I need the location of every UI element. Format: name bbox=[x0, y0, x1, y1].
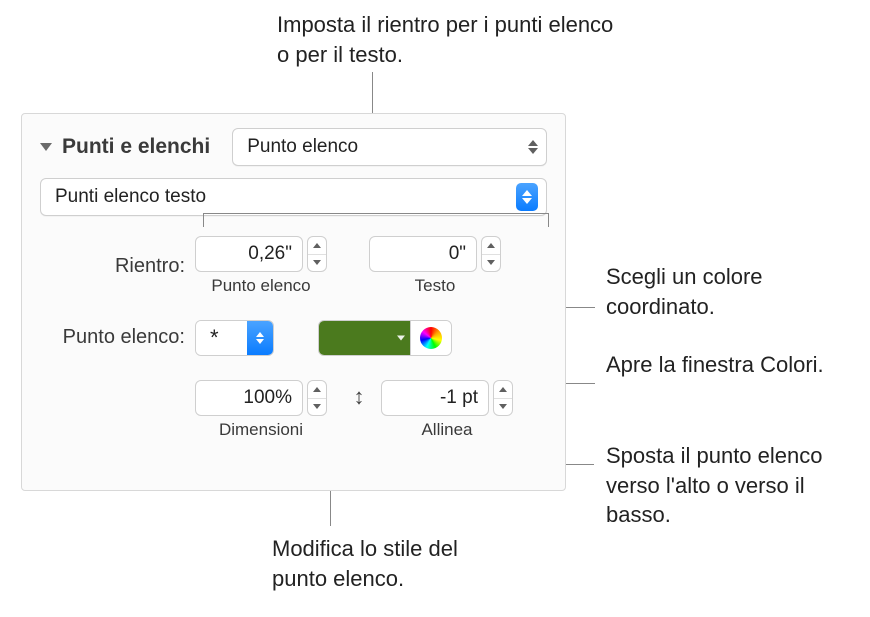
text-indent-input[interactable] bbox=[369, 236, 477, 272]
section-header: Punti e elenchi Punto elenco bbox=[40, 128, 547, 166]
bullet-indent-stepper[interactable] bbox=[307, 236, 327, 272]
bullet-color-control bbox=[318, 320, 452, 356]
size-align-row: Dimensioni ↕ Allinea bbox=[40, 380, 547, 440]
bullet-indent-input[interactable] bbox=[195, 236, 303, 272]
callout-color-wheel: Apre la finestra Colori. bbox=[606, 350, 846, 380]
bullet-label: Punto elenco: bbox=[40, 320, 195, 349]
bullet-indent-group: Punto elenco bbox=[195, 236, 327, 296]
chevron-updown-icon bbox=[516, 183, 538, 211]
stepper-up-icon bbox=[313, 243, 321, 248]
chevron-down-icon bbox=[397, 336, 405, 341]
stepper-down-icon bbox=[487, 260, 495, 265]
indent-row: Rientro: Punto elenco Testo bbox=[40, 236, 547, 296]
callout-color-swatch: Scegli un colore coordinato. bbox=[606, 262, 846, 321]
bullet-character-row: Punto elenco: * bbox=[40, 320, 547, 356]
stepper-down-icon bbox=[313, 404, 321, 409]
list-type-dropdown[interactable]: Punto elenco bbox=[232, 128, 547, 166]
stepper-up-icon bbox=[499, 387, 507, 392]
align-input[interactable] bbox=[381, 380, 489, 416]
text-indent-stepper[interactable] bbox=[481, 236, 501, 272]
disclosure-triangle-icon[interactable] bbox=[40, 143, 52, 151]
list-type-value: Punto elenco bbox=[247, 136, 358, 158]
align-stepper[interactable] bbox=[493, 380, 513, 416]
callout-indent: Imposta il rientro per i punti elenco o … bbox=[277, 10, 627, 69]
bullet-indent-sublabel: Punto elenco bbox=[195, 276, 327, 296]
indent-label: Rientro: bbox=[40, 255, 195, 278]
align-group: Allinea bbox=[381, 380, 513, 440]
color-swatch-dropdown[interactable] bbox=[319, 321, 411, 355]
stepper-down-icon bbox=[313, 260, 321, 265]
callout-size: Modifica lo stile del punto elenco. bbox=[272, 534, 502, 593]
section-title: Punti e elenchi bbox=[62, 135, 210, 159]
callout-align: Sposta il punto elenco verso l'alto o ve… bbox=[606, 441, 846, 530]
size-sublabel: Dimensioni bbox=[195, 420, 327, 440]
bullet-char-dropdown[interactable]: * bbox=[195, 320, 274, 356]
size-stepper[interactable] bbox=[307, 380, 327, 416]
chevron-updown-icon bbox=[247, 321, 273, 355]
stepper-up-icon bbox=[313, 387, 321, 392]
bullet-char-value: * bbox=[196, 321, 247, 355]
color-wheel-button[interactable] bbox=[411, 321, 451, 355]
text-indent-sublabel: Testo bbox=[369, 276, 501, 296]
list-style-dropdown[interactable]: Punti elenco testo bbox=[40, 178, 547, 216]
list-style-value: Punti elenco testo bbox=[55, 186, 206, 208]
bullets-lists-panel: Punti e elenchi Punto elenco Punti elenc… bbox=[21, 113, 566, 491]
size-input[interactable] bbox=[195, 380, 303, 416]
indent-bracket bbox=[203, 213, 549, 227]
size-group: Dimensioni bbox=[195, 380, 327, 440]
stepper-down-icon bbox=[499, 404, 507, 409]
vertical-align-icon: ↕ bbox=[345, 384, 373, 410]
text-indent-group: Testo bbox=[369, 236, 501, 296]
align-sublabel: Allinea bbox=[381, 420, 513, 440]
stepper-up-icon bbox=[487, 243, 495, 248]
chevron-updown-icon bbox=[528, 140, 538, 154]
color-wheel-icon bbox=[420, 327, 442, 349]
